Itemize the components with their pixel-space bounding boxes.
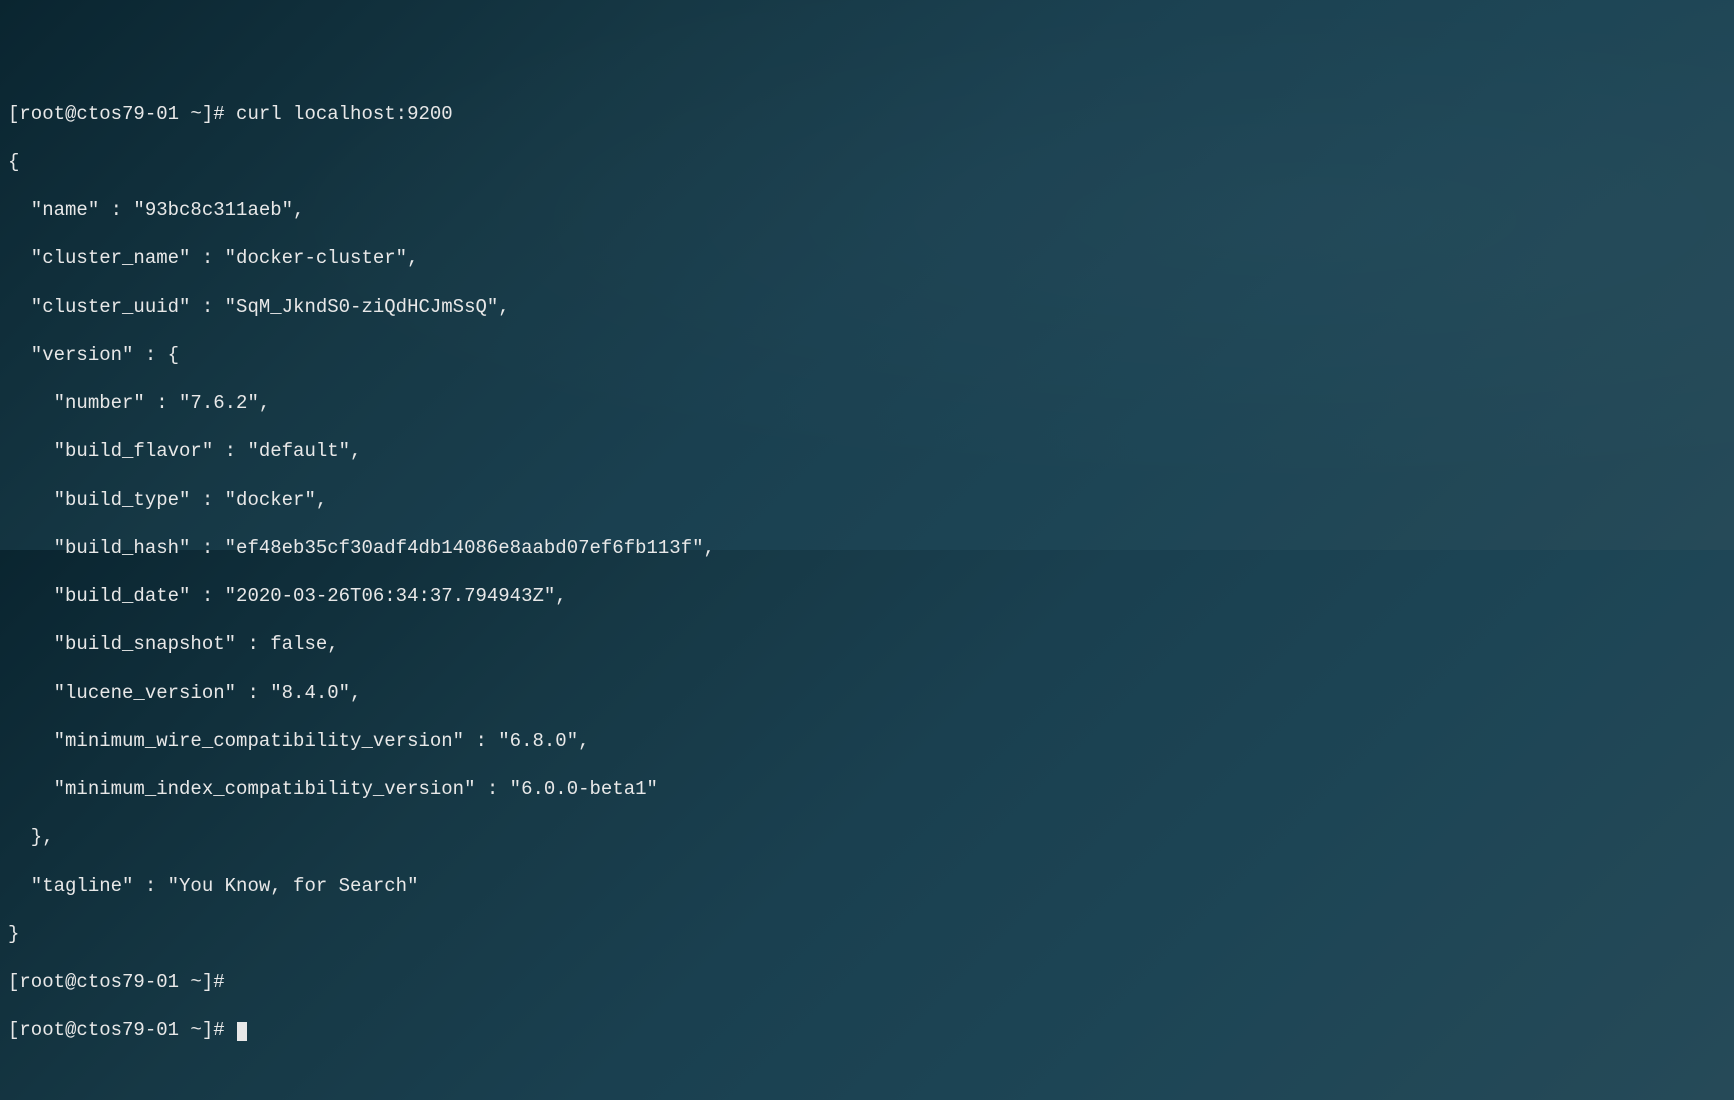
output-version-close: }, bbox=[8, 825, 1726, 849]
output-build-snapshot: "build_snapshot" : false, bbox=[8, 632, 1726, 656]
output-tagline: "tagline" : "You Know, for Search" bbox=[8, 874, 1726, 898]
prompt-line-1: [root@ctos79-01 ~]# bbox=[8, 970, 1726, 994]
output-min-wire-compat: "minimum_wire_compatibility_version" : "… bbox=[8, 729, 1726, 753]
output-json-close: } bbox=[8, 922, 1726, 946]
output-build-flavor: "build_flavor" : "default", bbox=[8, 439, 1726, 463]
output-lucene-version: "lucene_version" : "8.4.0", bbox=[8, 681, 1726, 705]
cursor-icon bbox=[237, 1022, 247, 1041]
output-min-index-compat: "minimum_index_compatibility_version" : … bbox=[8, 777, 1726, 801]
output-build-hash: "build_hash" : "ef48eb35cf30adf4db14086e… bbox=[8, 536, 1726, 560]
output-json-open: { bbox=[8, 150, 1726, 174]
command-line: [root@ctos79-01 ~]# curl localhost:9200 bbox=[8, 102, 1726, 126]
output-build-type: "build_type" : "docker", bbox=[8, 488, 1726, 512]
output-cluster-name: "cluster_name" : "docker-cluster", bbox=[8, 246, 1726, 270]
output-cluster-uuid: "cluster_uuid" : "SqM_JkndS0-ziQdHCJmSsQ… bbox=[8, 295, 1726, 319]
output-version-number: "number" : "7.6.2", bbox=[8, 391, 1726, 415]
output-version-open: "version" : { bbox=[8, 343, 1726, 367]
prompt-line-2[interactable]: [root@ctos79-01 ~]# bbox=[8, 1018, 1726, 1042]
prompt-text: [root@ctos79-01 ~]# bbox=[8, 1019, 236, 1041]
output-build-date: "build_date" : "2020-03-26T06:34:37.7949… bbox=[8, 584, 1726, 608]
output-name: "name" : "93bc8c311aeb", bbox=[8, 198, 1726, 222]
